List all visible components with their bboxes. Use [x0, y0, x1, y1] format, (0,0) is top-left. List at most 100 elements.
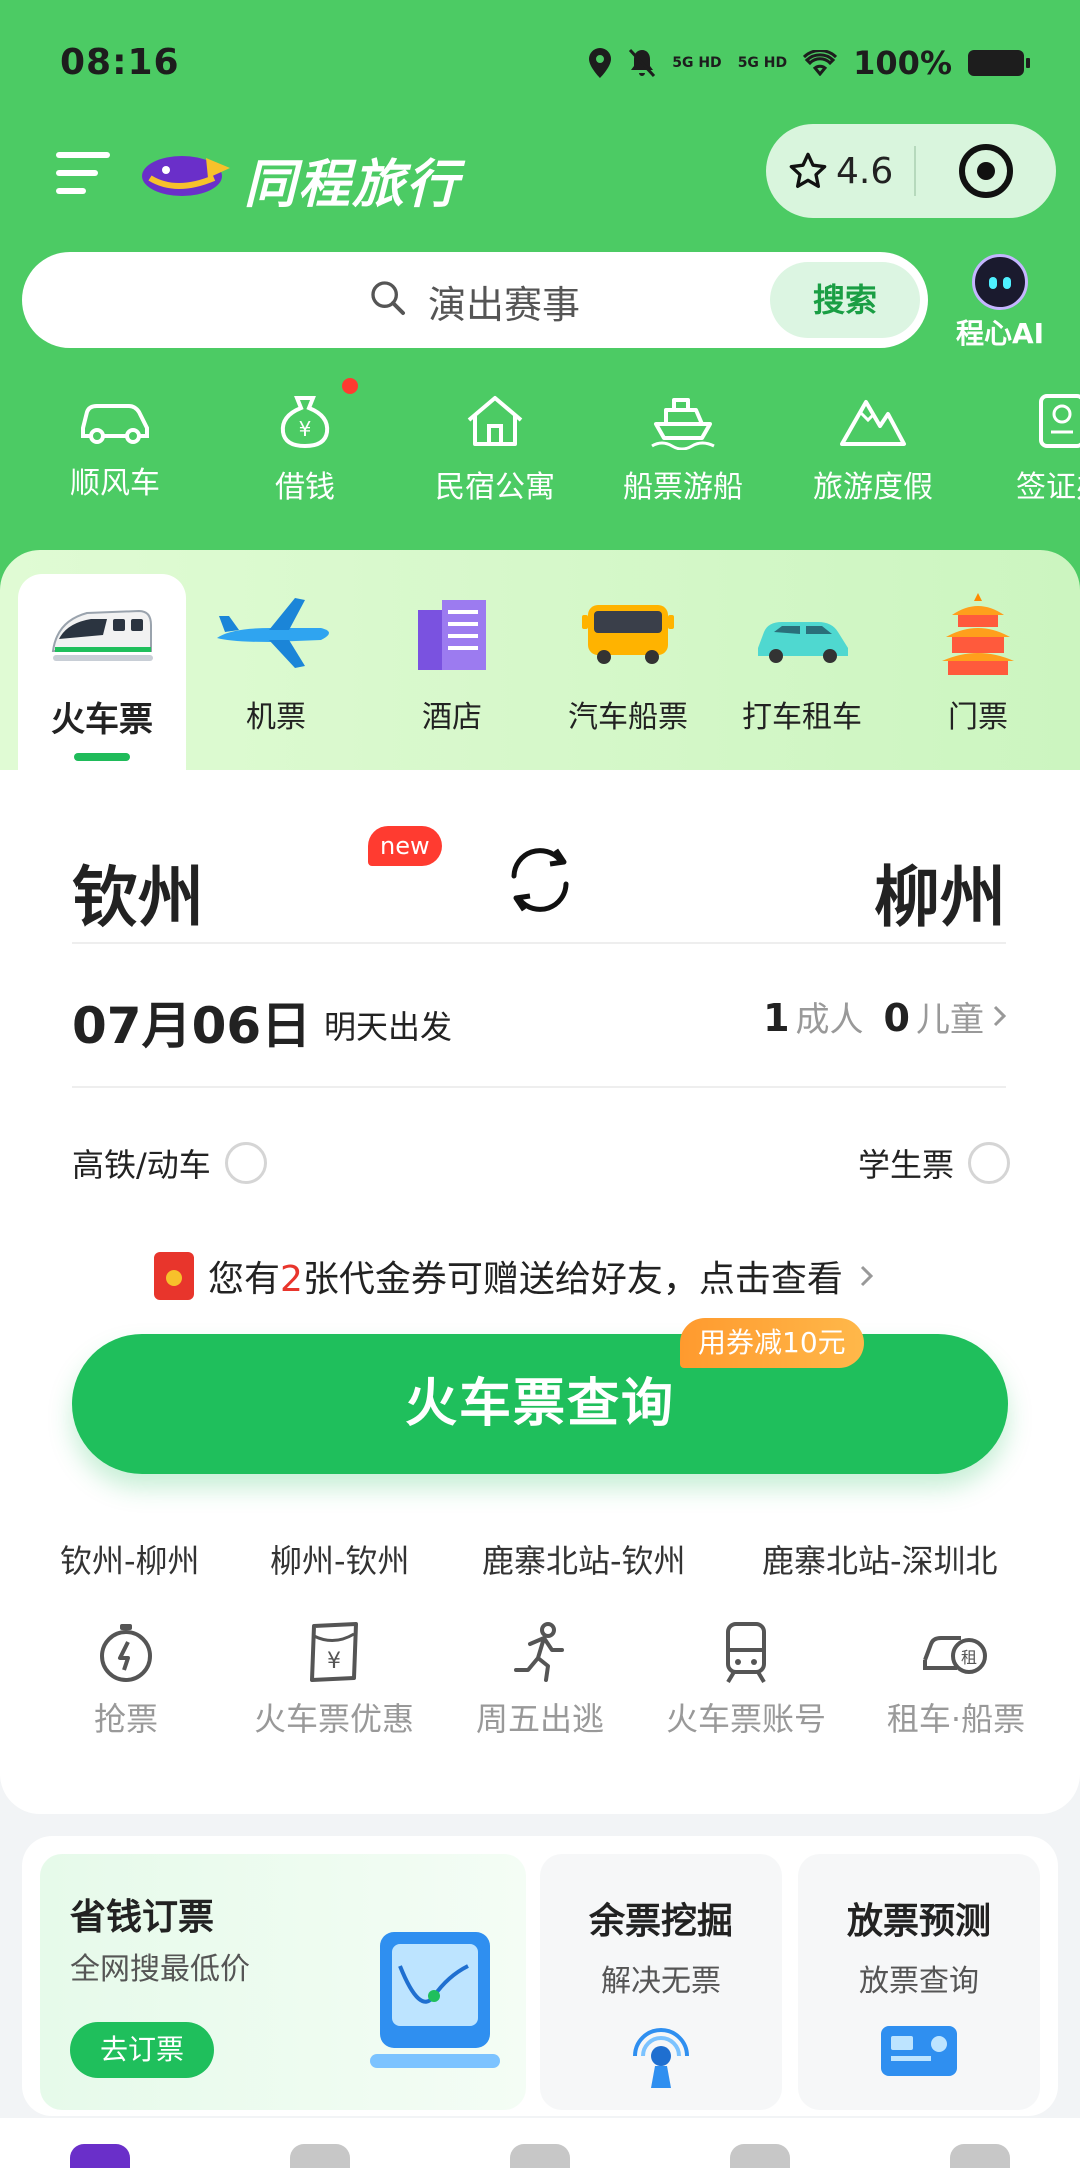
passenger-selector[interactable]: 1 成人 0 儿童 — [763, 992, 1010, 1041]
svg-text:¥: ¥ — [299, 417, 312, 441]
menu-icon[interactable] — [56, 152, 112, 196]
coupon-count: 2 — [280, 1259, 303, 1300]
tab-taxi[interactable]: 打车租车 — [718, 574, 886, 780]
tab-hotel[interactable]: 酒店 — [368, 574, 536, 780]
booking-card: 钦州 柳州 07月06日 明天出发 1 成人 0 儿童 高铁/动车 学生票 您有… — [0, 770, 1080, 1814]
search-trains-button[interactable]: 火车票查询 — [72, 1334, 1008, 1474]
student-label: 学生票 — [857, 1146, 954, 1184]
discount-badge: 用券减10元 — [680, 1318, 864, 1368]
search-icon — [371, 281, 405, 315]
tab-discover-icon[interactable] — [290, 2144, 350, 2168]
swap-icon[interactable] — [500, 840, 580, 920]
history-item[interactable]: 鹿寨北站-钦州 — [482, 1536, 686, 1582]
history-item[interactable]: 钦州-柳州 — [60, 1536, 200, 1582]
rating-value: 4.6 — [836, 150, 894, 192]
ai-robot-icon — [972, 254, 1028, 310]
ai-assistant-button[interactable]: 程心AI — [950, 254, 1050, 352]
adult-count: 1 — [763, 996, 790, 1040]
tool-rental-ferry[interactable]: 租 租车·船票 — [846, 1620, 1066, 1740]
bottom-tab-bar — [0, 2118, 1080, 2168]
price-chart-icon — [370, 1932, 500, 2068]
quick-item-rideshare[interactable]: 顺风车 — [30, 390, 200, 502]
plane-icon — [217, 598, 329, 668]
quick-label: 旅游度假 — [813, 470, 933, 505]
quick-item-ferry[interactable]: 船票游船 — [598, 390, 768, 506]
chevron-right-icon — [860, 1265, 874, 1287]
mountain-icon — [840, 400, 906, 446]
hotel-icon — [418, 600, 486, 670]
quick-services: 顺风车 ¥ 借钱 民宿公寓 船票游船 旅游度假 签证办 — [0, 390, 1080, 520]
header-capsule: 4.6 — [766, 124, 1056, 218]
promo-card-forecast[interactable]: 放票预测 放票查询 — [798, 1854, 1040, 2110]
rating-button[interactable]: 4.6 — [766, 151, 914, 192]
transport-tabs: 火车票 机票 酒店 汽车船票 打车租车 门票 — [0, 550, 1080, 780]
train-icon — [51, 609, 153, 661]
search-button[interactable]: 搜索 — [770, 262, 920, 338]
brand-name: 同程旅行 — [244, 155, 461, 215]
tab-label: 门票 — [948, 700, 1008, 735]
tab-indicator — [74, 753, 130, 761]
train-tools: 抢票 ¥ 火车票优惠 周五出逃 火车票账号 租 租车·船票 — [0, 1620, 1080, 1760]
tab-profile-icon[interactable] — [950, 2144, 1010, 2168]
close-miniprogram-button[interactable] — [916, 144, 1056, 198]
tab-label: 汽车船票 — [568, 700, 688, 735]
logo-icon — [142, 156, 230, 196]
promo-card-leftover[interactable]: 余票挖掘 解决无票 — [540, 1854, 782, 2110]
history-item[interactable]: 鹿寨北站-深圳北 — [762, 1536, 998, 1582]
quick-label: 顺风车 — [70, 466, 160, 501]
taxi-icon — [758, 622, 848, 663]
student-option[interactable]: 学生票 — [858, 1140, 1010, 1186]
new-badge: new — [368, 826, 442, 866]
tab-label: 打车租车 — [742, 700, 862, 735]
quick-item-homestay[interactable]: 民宿公寓 — [410, 390, 580, 506]
tab-train[interactable]: 火车票 — [18, 574, 186, 780]
stopwatch-icon — [100, 1624, 152, 1682]
search-bar[interactable]: 演出赛事 搜索 — [22, 252, 928, 348]
divider — [72, 1086, 1006, 1088]
search-history: 钦州-柳州 柳州-钦州 鹿寨北站-钦州 鹿寨北站-深圳北 — [0, 1530, 1080, 1590]
tool-friday-escape[interactable]: 周五出逃 — [430, 1620, 650, 1740]
tool-discount[interactable]: ¥ 火车票优惠 — [224, 1620, 444, 1740]
wifi-icon — [803, 50, 838, 76]
money-bag-icon: ¥ — [280, 396, 330, 449]
child-label: 儿童 — [916, 1000, 984, 1040]
tab-bus[interactable]: 汽车船票 — [544, 574, 712, 780]
book-now-button[interactable]: 去订票 — [70, 2022, 214, 2078]
promo-title: 余票挖掘 — [588, 1901, 733, 1942]
temple-icon — [942, 593, 1014, 675]
promo-subtitle: 解决无票 — [601, 1964, 721, 1999]
tool-account[interactable]: 火车票账号 — [636, 1620, 856, 1740]
mute-icon — [629, 48, 656, 78]
ship-icon — [651, 398, 715, 450]
passport-icon — [1039, 394, 1080, 448]
coupon-banner[interactable]: 您有2张代金券可赠送给好友，点击查看 — [154, 1250, 877, 1302]
promo-subtitle: 放票查询 — [859, 1964, 979, 1999]
promo-title: 放票预测 — [846, 1901, 991, 1942]
tool-grab-ticket[interactable]: 抢票 — [16, 1620, 236, 1740]
coupon-prefix: 您有 — [208, 1259, 281, 1300]
tab-tickets[interactable]: 门票 — [894, 574, 1062, 780]
tab-trips-icon[interactable] — [510, 2144, 570, 2168]
tab-flight[interactable]: 机票 — [192, 574, 360, 780]
tab-label: 酒店 — [422, 700, 482, 735]
quick-item-visa[interactable]: 签证办 — [976, 390, 1080, 506]
student-radio[interactable] — [968, 1142, 1010, 1184]
tab-orders-icon[interactable] — [730, 2144, 790, 2168]
departure-city[interactable]: 钦州 — [72, 844, 204, 940]
highspeed-radio[interactable] — [224, 1142, 267, 1184]
ai-label: 程心AI — [955, 317, 1045, 350]
highspeed-option[interactable]: 高铁/动车 — [72, 1140, 267, 1186]
car-icon — [81, 404, 149, 444]
arrival-city[interactable]: 柳州 — [874, 844, 1006, 940]
promo-card-save[interactable]: 省钱订票 全网搜最低价 去订票 — [40, 1854, 526, 2110]
history-item[interactable]: 柳州-钦州 — [270, 1536, 410, 1582]
notification-dot — [342, 378, 358, 394]
departure-date[interactable]: 07月06日 — [72, 986, 311, 1058]
tab-home-icon[interactable] — [70, 2144, 130, 2168]
quick-item-vacation[interactable]: 旅游度假 — [788, 390, 958, 506]
quick-item-loan[interactable]: ¥ 借钱 — [220, 390, 390, 506]
tool-label: 租车·船票 — [886, 1700, 1026, 1738]
bus-icon — [582, 605, 674, 664]
search-placeholder: 演出赛事 — [428, 283, 581, 327]
coupon-suffix: 张代金券可赠送给好友，点击查看 — [302, 1259, 843, 1300]
